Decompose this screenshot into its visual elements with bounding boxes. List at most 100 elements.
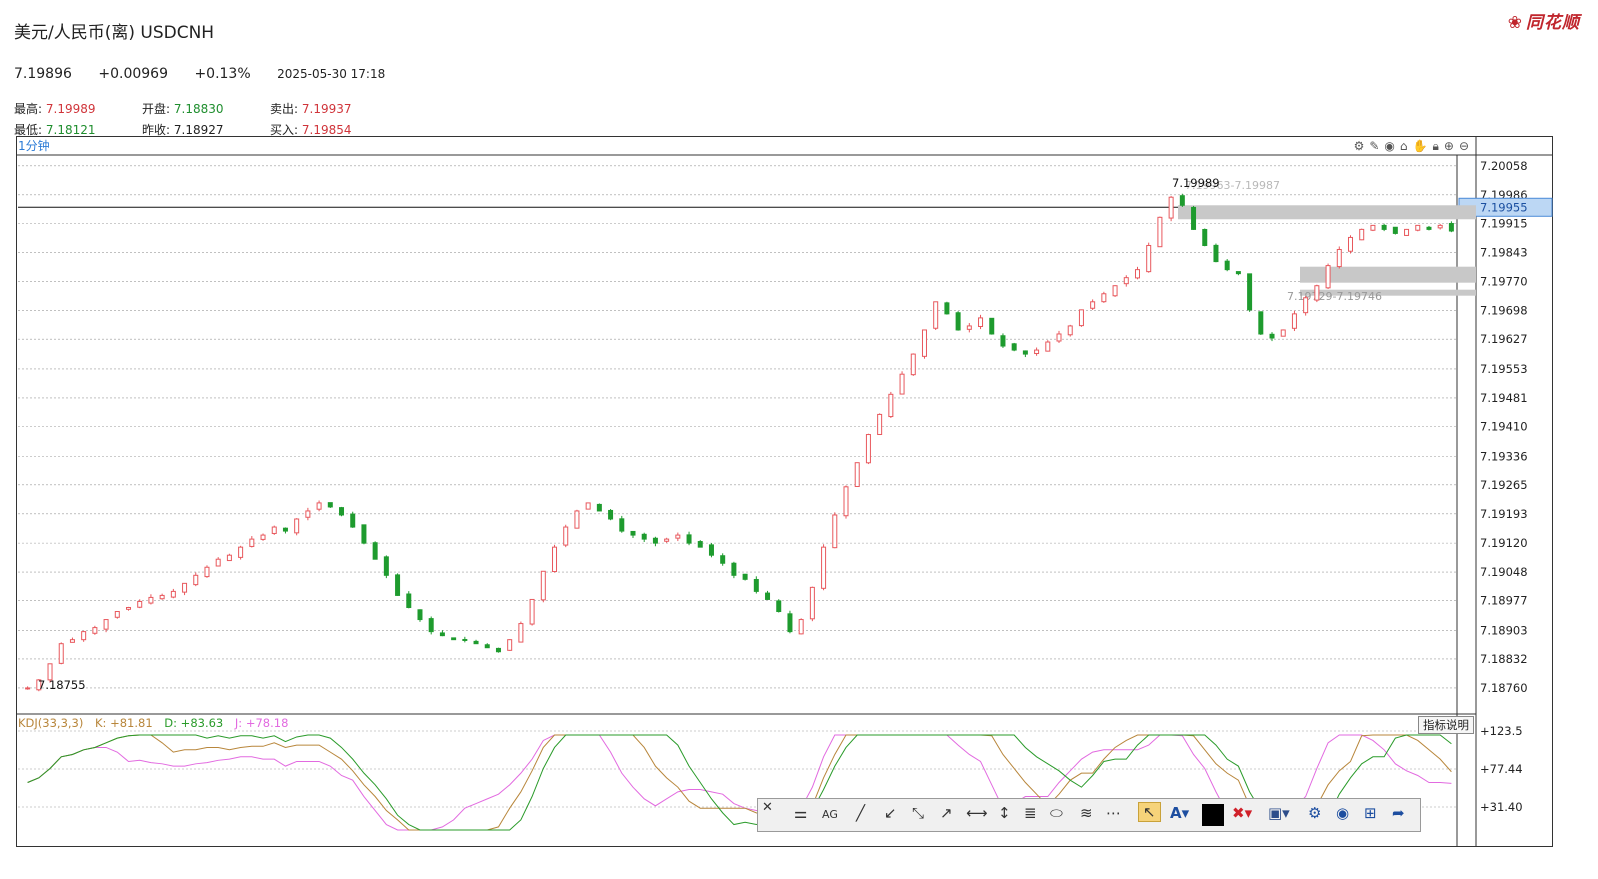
indicator-axis-label: +31.40 [1480,800,1523,814]
delete-icon[interactable]: ✖▾ [1232,804,1252,822]
arrow-line-icon[interactable]: ↗ [940,804,953,822]
candle-body [697,541,703,548]
candle-body [1112,285,1118,297]
candle-body [608,509,614,520]
candle-body [742,573,748,580]
candle-body [383,556,389,576]
candle-body [1045,341,1051,352]
candle-body [204,566,210,578]
segment-icon[interactable]: ⤡ [912,804,924,822]
y-tick-label: 7.19481 [1480,391,1528,405]
candle-body [1224,260,1230,271]
ray-icon[interactable]: ↙ [884,804,897,822]
indicator-help-button[interactable]: 指标说明 [1418,716,1474,734]
candle-body [518,623,524,643]
candle-body [1437,224,1443,229]
candle-body [1280,329,1286,337]
kdj-name: KDJ(33,3,3) [18,716,84,730]
parallel-lines-icon[interactable]: ≣ [1024,804,1037,822]
low-label: 7.18755 [38,678,86,692]
candle-body [1123,277,1129,285]
candle-body [1101,293,1107,303]
price-chart[interactable]: 7.200587.199867.199157.198437.197707.196… [0,0,1598,879]
y-tick-label: 7.19698 [1480,304,1528,318]
candle-body [1179,195,1185,206]
bookmark-icon[interactable]: ▣▾ [1268,804,1290,822]
candle-body [1325,265,1331,289]
candle-body [910,353,916,376]
candle-body [731,562,737,576]
candle-body [619,518,625,532]
candle-body [1448,222,1454,232]
fibonacci-icon[interactable]: ≋ [1080,804,1093,822]
line-icon[interactable]: ╱ [856,804,865,822]
candle-body [540,570,546,601]
candle-body [989,317,995,335]
candle-body [955,312,961,331]
candle-body [473,640,479,645]
text-style-icon[interactable]: AG [822,808,838,821]
visibility-icon[interactable]: ◉ [1336,804,1349,822]
candle-body [148,596,154,604]
candle-body [361,524,367,544]
candle-body [137,600,143,608]
candle-body [921,329,927,357]
vertical-line-icon[interactable]: ↕ [998,804,1011,822]
candle-body [170,590,176,598]
candle-body [888,393,894,418]
candle-body [1291,313,1297,329]
candle-body [854,462,860,487]
candle-body [978,317,984,328]
candle-body [1269,333,1275,339]
grid-icon[interactable]: ⊞ [1364,804,1377,822]
candle-body [451,637,457,641]
more-icon[interactable]: ⋯ [1106,804,1121,822]
text-tool-icon[interactable]: A▾ [1170,804,1189,822]
y-tick-label: 7.18903 [1480,623,1528,637]
candle-body [798,619,804,635]
y-tick-label: 7.20058 [1480,159,1528,173]
adjust-icon[interactable]: ⚌ [794,804,807,822]
candle-body [1314,285,1320,301]
y-tick-label: 7.19265 [1480,478,1528,492]
candle-body [1359,228,1365,241]
y-tick-label: 7.19843 [1480,245,1528,259]
candle-body [1258,311,1264,335]
candle-body [69,639,75,643]
gear-icon[interactable]: ⚙ [1308,804,1321,822]
close-icon[interactable]: ✕ [762,800,773,815]
candle-body [552,546,558,573]
candle-body [1347,236,1353,252]
candle-body [720,555,726,564]
y-tick-label: 7.18832 [1480,652,1528,666]
cursor-icon[interactable]: ↖ [1138,802,1161,822]
candle-body [1202,228,1208,246]
candle-body [339,507,345,516]
candle-body [1157,216,1163,248]
zone-label: 7.19729-7.19746 [1287,290,1382,303]
candle-body [1213,244,1219,263]
candle-body [249,538,255,547]
candle-body [316,502,322,510]
candle-body [1303,297,1309,314]
share-icon[interactable]: ➦ [1392,804,1405,822]
candle-body [271,526,277,534]
kdj-j: J: +78.18 [234,716,289,730]
ellipse-icon[interactable]: ⬭ [1050,804,1063,822]
candle-body [1146,244,1152,273]
candle-body [1426,226,1432,230]
candle-body [1191,206,1197,230]
candle-body [1078,309,1084,327]
y-tick-label: 7.19193 [1480,507,1528,521]
candle-body [305,510,311,518]
candle-body [1415,224,1421,231]
color-picker-icon[interactable] [1202,804,1224,826]
y-tick-label: 7.19553 [1480,362,1528,376]
candle-body [1247,273,1253,311]
horizontal-line-icon[interactable]: ⟷ [966,804,988,822]
candle-body [843,486,849,517]
candle-body [260,534,266,540]
candle-body [1392,226,1398,234]
candle-body [574,510,580,529]
kdj-legend: KDJ(33,3,3) K: +81.81 D: +83.63 J: +78.1… [18,716,296,730]
